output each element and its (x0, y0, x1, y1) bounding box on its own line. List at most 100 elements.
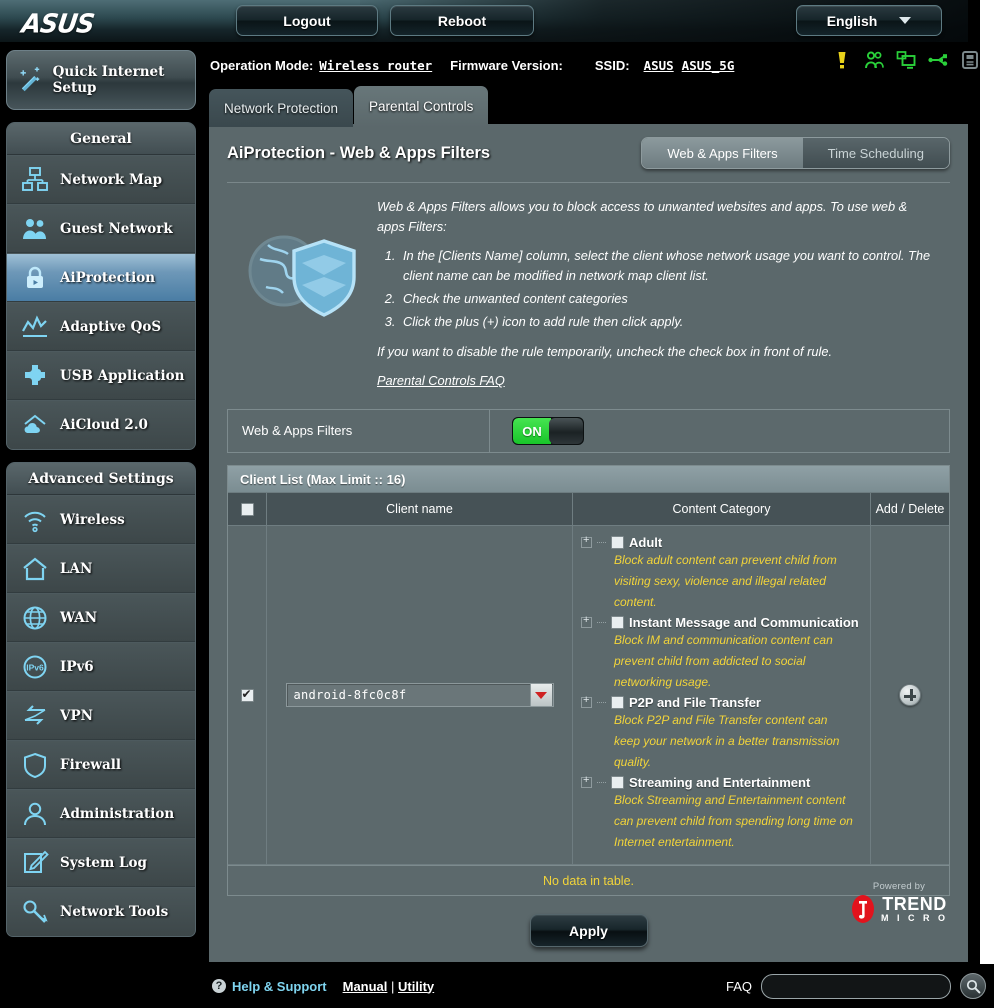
sidebar-item-aiprotection[interactable]: AiProtection (7, 253, 195, 302)
asus-logo: ASUS (19, 8, 96, 39)
segment-time-scheduling[interactable]: Time Scheduling (802, 138, 949, 168)
chevron-down-icon (899, 17, 912, 24)
expand-plus-icon[interactable] (581, 696, 592, 708)
sidebar-item-ipv6[interactable]: IPv6 IPv6 (7, 642, 195, 691)
intro-step: Click the plus (+) icon to add rule then… (399, 312, 938, 332)
search-button[interactable] (960, 973, 986, 999)
sidebar-group-advanced: Advanced Settings Wireless LAN WAN IPv6 … (6, 462, 196, 937)
globe-shield-icon (248, 235, 356, 317)
expand-plus-icon[interactable] (581, 776, 592, 788)
magic-wand-icon (20, 67, 40, 92)
trend-micro-logo-icon (852, 895, 874, 923)
row-checkbox[interactable] (240, 687, 254, 702)
page-header-row: AiProtection - Web & Apps Filters Web & … (219, 124, 958, 182)
web-apps-filters-toggle[interactable]: ON (512, 417, 584, 445)
expand-plus-icon[interactable] (581, 536, 592, 548)
category-item: Streaming and Entertainment Block Stream… (581, 775, 860, 853)
home-icon (23, 557, 47, 580)
logout-button[interactable]: Logout (236, 5, 378, 36)
client-name-value: android-8fc0c8f (293, 688, 407, 702)
warning-icon[interactable] (832, 50, 852, 70)
category-description: Block adult content can prevent child fr… (614, 553, 837, 609)
sidebar-item-wan[interactable]: WAN (7, 593, 195, 642)
faq-search-input[interactable] (761, 973, 951, 999)
sidebar: Quick Internet Setup General Network Map (6, 50, 202, 949)
ipv6-globe-icon: IPv6 (23, 655, 47, 678)
page-title: AiProtection - Web & Apps Filters (227, 143, 491, 162)
faq-search-area: FAQ (726, 973, 986, 999)
sidebar-item-wireless[interactable]: Wireless (7, 495, 195, 544)
client-name-header: Client name (267, 493, 573, 526)
sidebar-group-general-title: General (7, 123, 195, 155)
web-apps-filters-row: Web & Apps Filters ON (227, 409, 950, 453)
tab-network-protection[interactable]: Network Protection (209, 89, 354, 127)
system-log-pencil-icon (24, 850, 49, 873)
status-icon-tray (832, 50, 980, 70)
firewall-shield-icon (24, 752, 46, 778)
printer-icon[interactable] (960, 50, 980, 70)
utility-link[interactable]: Utility (398, 979, 434, 994)
help-and-support[interactable]: ? Help & Support (212, 979, 327, 994)
qos-chart-icon (22, 314, 47, 337)
lock-shield-icon (27, 266, 43, 288)
category-description: Block P2P and File Transfer content can … (614, 713, 840, 769)
manual-link[interactable]: Manual (343, 979, 388, 994)
category-checkbox[interactable] (611, 696, 624, 709)
apply-button[interactable]: Apply (529, 914, 648, 947)
sidebar-item-guest-network[interactable]: Guest Network (7, 204, 195, 253)
toggle-on-label: ON (513, 418, 551, 444)
sidebar-item-administration[interactable]: Administration (7, 789, 195, 838)
sidebar-item-system-log[interactable]: System Log (7, 838, 195, 887)
segment-web-apps-filters[interactable]: Web & Apps Filters (642, 138, 803, 168)
category-checkbox[interactable] (611, 776, 624, 789)
language-selector[interactable]: English (796, 5, 942, 36)
tree-connector (597, 622, 606, 623)
firmware-version-label: Firmware Version: (450, 57, 563, 73)
sidebar-item-usb-application[interactable]: USB Application (7, 351, 195, 400)
page-footer: ? Help & Support Manual | Utility FAQ (0, 964, 994, 1008)
network-map-icon (22, 166, 48, 191)
intro-step: Check the unwanted content categories (399, 289, 938, 309)
page-right-dark-gutter (968, 0, 980, 965)
ssid-2g-value[interactable]: ASUS (644, 58, 674, 73)
content-category-cell: Adult Block adult content can prevent ch… (573, 526, 871, 865)
add-rule-button[interactable] (899, 684, 921, 706)
sidebar-item-vpn[interactable]: VPN (7, 691, 195, 740)
sidebar-item-network-map[interactable]: Network Map (7, 155, 195, 204)
expand-plus-icon[interactable] (581, 616, 592, 628)
tab-parental-controls[interactable]: Parental Controls (354, 86, 489, 127)
sidebar-item-label: AiProtection (60, 269, 156, 286)
intro-note: If you want to disable the rule temporar… (377, 344, 833, 359)
client-name-cell: android-8fc0c8f (267, 526, 573, 865)
ssid-5g-value[interactable]: ASUS_5G (682, 58, 735, 73)
category-label: Adult (629, 535, 663, 550)
category-item: Instant Message and Communication Block … (581, 615, 860, 693)
client-name-select[interactable]: android-8fc0c8f (285, 683, 554, 707)
quick-internet-setup-button[interactable]: Quick Internet Setup (6, 50, 196, 110)
sidebar-item-network-tools[interactable]: Network Tools (7, 887, 195, 936)
sidebar-item-label: Administration (60, 805, 175, 822)
category-checkbox[interactable] (611, 536, 624, 549)
monitors-icon[interactable] (896, 50, 916, 70)
quick-internet-setup-label: Quick Internet Setup (52, 64, 165, 96)
tree-connector (597, 702, 606, 703)
select-all-checkbox[interactable] (240, 502, 254, 516)
sidebar-item-label: Firewall (60, 756, 122, 773)
parental-controls-faq-link[interactable]: Parental Controls FAQ (377, 371, 505, 391)
dropdown-arrow-button[interactable] (529, 684, 552, 706)
question-mark-icon: ? (212, 979, 226, 993)
operation-mode-value[interactable]: Wireless router (319, 58, 432, 73)
category-checkbox[interactable] (611, 616, 624, 629)
toggle-knob (549, 418, 583, 444)
clients-users-icon[interactable] (864, 50, 884, 70)
help-support-label: Help & Support (232, 978, 327, 994)
network-tools-wrench-icon (23, 900, 48, 923)
sidebar-item-adaptive-qos[interactable]: Adaptive QoS (7, 302, 195, 351)
select-all-header-cell (228, 493, 267, 526)
sidebar-item-firewall[interactable]: Firewall (7, 740, 195, 789)
sidebar-item-lan[interactable]: LAN (7, 544, 195, 593)
sidebar-item-label: LAN (60, 560, 93, 577)
reboot-button[interactable]: Reboot (390, 5, 534, 36)
sidebar-item-aicloud[interactable]: AiCloud 2.0 (7, 400, 195, 449)
usb-icon[interactable] (928, 50, 948, 70)
